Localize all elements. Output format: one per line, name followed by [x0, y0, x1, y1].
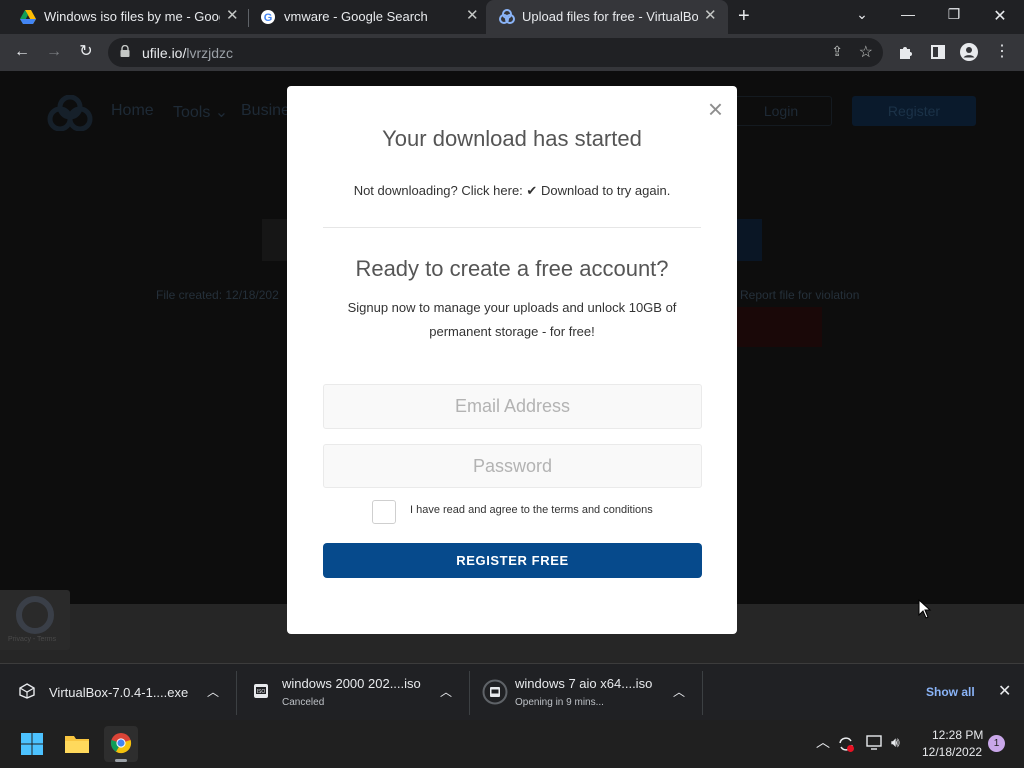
- panel-icon: [931, 45, 945, 59]
- checkmark-icon: ✔: [526, 183, 538, 198]
- modal-divider: [323, 227, 701, 228]
- chrome-menu-icon[interactable]: ⋮: [992, 42, 1012, 62]
- download-again-link[interactable]: Download to try again.: [541, 183, 670, 198]
- close-tab-icon[interactable]: ✕: [704, 8, 717, 24]
- tab-vmware-search[interactable]: G vmware - Google Search ✕: [240, 0, 486, 34]
- close-window-icon[interactable]: ✕: [990, 6, 1010, 26]
- url-path: lvrzjdzc: [186, 45, 234, 61]
- url-host: ufile.io/: [142, 45, 187, 61]
- dimmed-block: [736, 307, 822, 347]
- browser-toolbar: ← → ↻ ufile.io/lvrzjdzc ⇪ ☆ ⋮: [0, 34, 1024, 71]
- password-field[interactable]: [323, 444, 702, 488]
- svg-text:G: G: [264, 12, 273, 24]
- download-shelf: VirtualBox-7.0.4-1....exe ︿ ISO windows …: [0, 663, 1024, 720]
- site-login-button[interactable]: Login: [730, 96, 832, 126]
- profile-icon[interactable]: [959, 42, 979, 67]
- svg-text:ISO: ISO: [257, 689, 266, 695]
- chevron-up-icon[interactable]: ︿: [816, 732, 830, 752]
- iso-progress-icon: [482, 679, 508, 705]
- new-tab-icon[interactable]: +: [738, 6, 750, 26]
- close-modal-icon[interactable]: ×: [708, 96, 723, 122]
- signup-description: Signup now to manage your uploads and un…: [347, 300, 677, 339]
- avatar-icon: [960, 43, 978, 61]
- clock-time[interactable]: 12:28 PM: [932, 728, 983, 742]
- address-bar[interactable]: ufile.io/lvrzjdzc ⇪ ☆: [108, 38, 883, 67]
- mouse-cursor-icon: [918, 599, 932, 619]
- terms-label[interactable]: I have read and agree to the terms and c…: [410, 504, 653, 516]
- virtualbox-file-icon: [19, 683, 35, 699]
- file-created-text: File created: 12/18/202: [156, 288, 279, 302]
- register-free-button[interactable]: REGISTER FREE: [323, 543, 702, 578]
- sync-icon[interactable]: [837, 735, 855, 753]
- tab-title: Windows iso files by me - Google: [44, 9, 220, 24]
- chevron-up-icon[interactable]: ︿: [673, 683, 685, 700]
- tab-ufile-upload[interactable]: Upload files for free - VirtualBox- ✕: [486, 0, 728, 34]
- modal-title: Your download has started: [382, 126, 642, 151]
- ufile-icon: [499, 9, 515, 24]
- url-text: ufile.io/lvrzjdzc: [142, 45, 233, 61]
- signup-heading: Ready to create a free account?: [355, 256, 669, 281]
- windows-taskbar: ︿ 🔊︎ 12:28 PM 12/18/2022 1: [0, 720, 1024, 768]
- back-icon[interactable]: ←: [12, 42, 32, 62]
- network-icon[interactable]: [866, 735, 884, 751]
- site-nav-business[interactable]: Busine: [241, 102, 290, 120]
- site-register-button[interactable]: Register: [852, 96, 976, 126]
- share-icon[interactable]: ⇪: [831, 43, 843, 60]
- forward-icon[interactable]: →: [44, 42, 64, 62]
- iso-file-icon: ISO: [254, 684, 268, 698]
- extensions-icon[interactable]: [896, 42, 916, 66]
- download-retry-text: Not downloading? Click here: ✔ Download …: [287, 183, 737, 199]
- download-item[interactable]: windows 7 aio x64....iso Opening in 9 mi…: [470, 664, 702, 721]
- close-tab-icon[interactable]: ✕: [466, 8, 479, 24]
- chrome-icon: [110, 733, 132, 754]
- dimmed-block: [262, 219, 288, 261]
- minimize-icon[interactable]: —: [898, 6, 918, 22]
- side-panel-icon[interactable]: [928, 42, 948, 65]
- bookmark-star-icon[interactable]: ☆: [859, 42, 873, 62]
- notification-badge[interactable]: 1: [988, 735, 1005, 752]
- close-tab-icon[interactable]: ✕: [226, 8, 239, 24]
- download-item[interactable]: VirtualBox-7.0.4-1....exe ︿: [0, 664, 236, 721]
- clock-date[interactable]: 12/18/2022: [922, 745, 982, 759]
- download-filename: windows 2000 202....iso: [282, 676, 421, 691]
- puzzle-icon: [900, 47, 912, 59]
- tab-strip: Windows iso files by me - Google ✕ G vmw…: [0, 0, 1024, 34]
- tab-windows-iso-files[interactable]: Windows iso files by me - Google ✕: [0, 0, 248, 34]
- chevron-up-icon[interactable]: ︿: [207, 683, 219, 700]
- chevron-up-icon[interactable]: ︿: [440, 683, 452, 700]
- download-filename: VirtualBox-7.0.4-1....exe: [49, 685, 189, 700]
- recaptcha-badge[interactable]: Privacy - Terms: [0, 590, 70, 650]
- recaptcha-icon: [16, 596, 54, 634]
- reload-icon[interactable]: ↻: [76, 42, 96, 62]
- windows-start-icon[interactable]: [21, 733, 43, 755]
- tab-search-chevron-icon[interactable]: ⌄: [852, 6, 872, 23]
- download-status: Canceled: [282, 697, 325, 708]
- chrome-taskbar-button[interactable]: [104, 726, 138, 762]
- download-item[interactable]: ISO windows 2000 202....iso Canceled ︿: [237, 664, 469, 721]
- close-shelf-icon[interactable]: ✕: [998, 681, 1011, 701]
- email-field[interactable]: [323, 384, 702, 429]
- tab-title: vmware - Google Search: [284, 9, 428, 24]
- terms-checkbox[interactable]: [372, 500, 396, 524]
- running-indicator: [115, 759, 127, 762]
- show-all-downloads-link[interactable]: Show all: [926, 685, 975, 699]
- report-file-link[interactable]: Report file for violation: [740, 288, 859, 302]
- ufile-logo-icon: [47, 95, 93, 131]
- volume-icon[interactable]: 🔊︎: [891, 734, 900, 751]
- google-icon: G: [261, 10, 275, 24]
- restore-icon[interactable]: ❐: [944, 6, 964, 23]
- site-nav-tools[interactable]: Tools ⌄: [173, 102, 228, 122]
- lock-icon: [120, 45, 130, 57]
- site-nav-home[interactable]: Home: [111, 102, 154, 120]
- shelf-divider: [702, 671, 703, 715]
- tab-title: Upload files for free - VirtualBox-: [522, 9, 698, 24]
- retry-prefix: Not downloading? Click here:: [353, 183, 523, 198]
- recaptcha-text: Privacy - Terms: [8, 636, 57, 643]
- google-drive-icon: [20, 10, 36, 24]
- download-status: Opening in 9 mins...: [515, 697, 604, 708]
- download-started-modal: × Your download has started Not download…: [287, 86, 737, 634]
- file-explorer-icon[interactable]: [64, 732, 90, 754]
- download-filename: windows 7 aio x64....iso: [515, 676, 653, 691]
